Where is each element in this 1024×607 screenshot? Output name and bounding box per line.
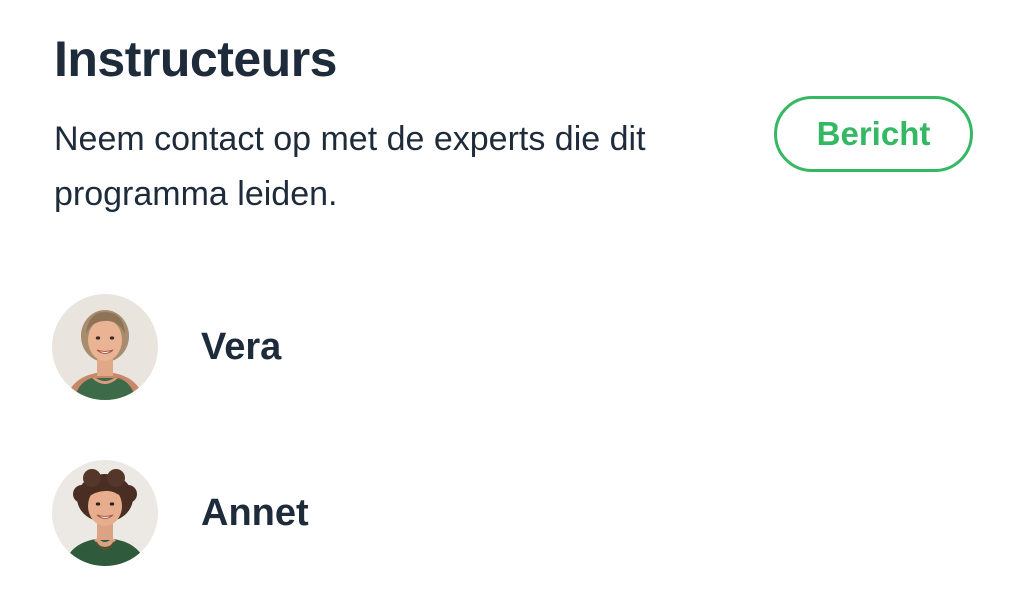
section-title: Instructeurs (54, 31, 337, 87)
instructor-item-annet[interactable]: Annet (52, 460, 309, 566)
instructor-name[interactable]: Annet (201, 492, 309, 535)
avatar[interactable] (52, 460, 158, 566)
avatar[interactable] (52, 294, 158, 400)
instructor-item-vera[interactable]: Vera (52, 294, 281, 400)
section-description: Neem contact op met de experts die dit p… (54, 120, 646, 213)
message-button[interactable]: Bericht (774, 96, 973, 172)
instructor-name[interactable]: Vera (201, 326, 281, 369)
